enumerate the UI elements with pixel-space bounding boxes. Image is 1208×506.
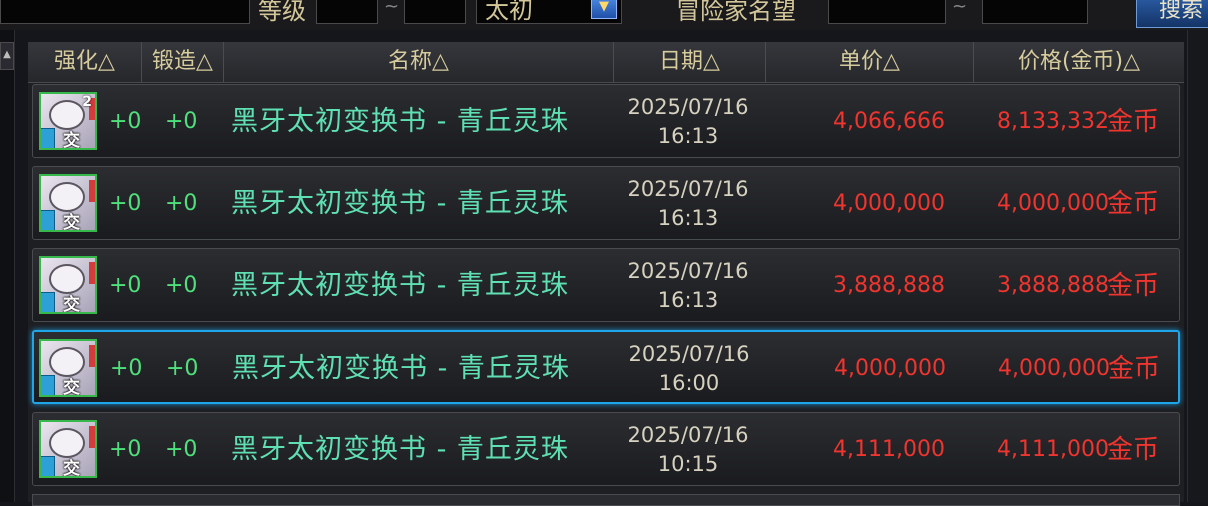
currency-label: 金币 <box>1107 271 1160 301</box>
table-row[interactable]: 交易 2 +0 +0 黑牙太初变换书 - 青丘灵珠 2025/07/16 16:… <box>32 84 1180 158</box>
grade-select[interactable]: 太初 ▼ <box>476 0 622 24</box>
listing-time: 16:13 <box>657 206 719 230</box>
item-ribbon-icon <box>89 180 95 202</box>
forge-level: +0 <box>165 437 198 462</box>
listing-datetime: 2025/07/16 16:13 <box>615 257 761 315</box>
column-header-date[interactable]: 日期△ <box>614 42 766 82</box>
enhance-level: +0 <box>109 437 142 462</box>
enhance-level: +0 <box>109 273 142 298</box>
reputation-min-field[interactable] <box>828 0 946 24</box>
auction-results-panel: 强化△ 锻造△ 名称△ 日期△ 单价△ 价格(金币)△ 交易 2 +0 +0 黑… <box>28 42 1184 506</box>
forge-level: +0 <box>165 191 198 216</box>
listing-date: 2025/07/16 <box>627 95 749 119</box>
table-header: 强化△ 锻造△ 名称△ 日期△ 单价△ 价格(金币)△ <box>28 42 1184 83</box>
total-price: 8,133,332 <box>997 109 1109 134</box>
level-tilde: ~ <box>384 0 400 17</box>
enhance-level: +0 <box>109 191 142 216</box>
listing-date: 2025/07/16 <box>627 259 749 283</box>
item-name[interactable]: 黑牙太初变换书 - 青丘灵珠 <box>232 332 570 406</box>
item-icon[interactable]: 交易 <box>39 339 97 397</box>
tradable-badge: 交易 <box>63 459 80 478</box>
enhance-level: +0 <box>109 109 142 134</box>
tradable-badge: 交易 <box>63 213 80 232</box>
left-scroll-strip: ▲ <box>0 30 15 502</box>
currency-label: 金币 <box>1107 435 1160 465</box>
forge-level: +0 <box>166 356 199 381</box>
column-header-unit-price[interactable]: 单价△ <box>766 42 974 82</box>
tradable-badge: 交易 <box>63 295 80 314</box>
item-name[interactable]: 黑牙太初变换书 - 青丘灵珠 <box>231 167 569 241</box>
total-price: 3,888,888 <box>997 273 1109 298</box>
enhance-level: +0 <box>110 356 143 381</box>
reputation-max-field[interactable] <box>982 0 1088 24</box>
table-row[interactable]: 交易 +0 +0 黑牙太初变换书 - 青丘灵珠 2025/07/16 10:15… <box>32 412 1180 486</box>
item-gem-icon <box>41 375 55 395</box>
currency-label: 金币 <box>1107 189 1160 219</box>
chevron-down-icon[interactable]: ▼ <box>591 0 617 19</box>
forge-level: +0 <box>165 109 198 134</box>
tradable-badge: 交易 <box>63 131 80 150</box>
listing-time: 16:00 <box>658 371 720 395</box>
reputation-label: 冒险家名望 <box>676 0 796 25</box>
item-icon[interactable]: 交易 <box>39 420 97 478</box>
column-header-enhance[interactable]: 强化△ <box>28 42 142 82</box>
currency-label: 金币 <box>1107 107 1160 137</box>
listing-time: 10:15 <box>657 452 719 476</box>
listing-datetime: 2025/07/16 16:00 <box>616 340 762 398</box>
tradable-badge: 交易 <box>63 378 80 397</box>
item-name[interactable]: 黑牙太初变换书 - 青丘灵珠 <box>231 249 569 323</box>
total-price: 4,000,000 <box>998 356 1110 381</box>
item-name[interactable]: 黑牙太初变换书 - 青丘灵珠 <box>231 413 569 487</box>
total-price: 4,111,000 <box>997 437 1109 462</box>
item-quantity: 2 <box>82 94 92 110</box>
column-header-name[interactable]: 名称△ <box>224 42 614 82</box>
search-bar: 等级 ~ 太初 ▼ 冒险家名望 ~ 搜索 <box>0 0 1208 30</box>
level-label: 等级 <box>258 0 306 25</box>
table-row-partial[interactable] <box>32 494 1180 506</box>
item-gem-icon <box>41 210 55 230</box>
unit-price: 3,888,888 <box>833 273 945 298</box>
item-gem-icon <box>41 292 55 312</box>
listing-time: 16:13 <box>657 124 719 148</box>
listing-date: 2025/07/16 <box>627 423 749 447</box>
total-price: 4,000,000 <box>997 191 1109 216</box>
forge-level: +0 <box>165 273 198 298</box>
unit-price: 4,000,000 <box>833 191 945 216</box>
column-header-price[interactable]: 价格(金币)△ <box>974 42 1184 82</box>
listing-date: 2025/07/16 <box>627 177 749 201</box>
unit-price: 4,000,000 <box>834 356 946 381</box>
item-icon[interactable]: 交易 <box>39 256 97 314</box>
item-name-field[interactable] <box>0 0 250 24</box>
listing-datetime: 2025/07/16 16:13 <box>615 93 761 151</box>
item-name[interactable]: 黑牙太初变换书 - 青丘灵珠 <box>231 85 569 159</box>
unit-price: 4,066,666 <box>833 109 945 134</box>
item-gem-icon <box>41 128 55 148</box>
listing-date: 2025/07/16 <box>628 342 750 366</box>
scroll-up-icon[interactable]: ▲ <box>0 42 14 70</box>
table-row[interactable]: 交易 +0 +0 黑牙太初变换书 - 青丘灵珠 2025/07/16 16:00… <box>32 330 1180 404</box>
right-scrollbar[interactable] <box>1187 30 1208 502</box>
level-max-field[interactable] <box>404 0 466 24</box>
unit-price: 4,111,000 <box>833 437 945 462</box>
table-row[interactable]: 交易 +0 +0 黑牙太初变换书 - 青丘灵珠 2025/07/16 16:13… <box>32 248 1180 322</box>
reputation-tilde: ~ <box>952 0 968 17</box>
listing-datetime: 2025/07/16 10:15 <box>615 421 761 479</box>
grade-select-value: 太初 <box>485 0 533 24</box>
item-icon[interactable]: 交易 <box>39 174 97 232</box>
item-ribbon-icon <box>89 426 95 448</box>
listing-datetime: 2025/07/16 16:13 <box>615 175 761 233</box>
search-button[interactable]: 搜索 <box>1136 0 1208 28</box>
table-row[interactable]: 交易 +0 +0 黑牙太初变换书 - 青丘灵珠 2025/07/16 16:13… <box>32 166 1180 240</box>
column-header-forge[interactable]: 锻造△ <box>142 42 224 82</box>
item-ribbon-icon <box>89 345 95 367</box>
currency-label: 金币 <box>1108 354 1161 384</box>
listing-time: 16:13 <box>657 288 719 312</box>
level-min-field[interactable] <box>316 0 378 24</box>
item-gem-icon <box>41 456 55 476</box>
item-icon[interactable]: 交易 2 <box>39 92 97 150</box>
item-ribbon-icon <box>89 262 95 284</box>
